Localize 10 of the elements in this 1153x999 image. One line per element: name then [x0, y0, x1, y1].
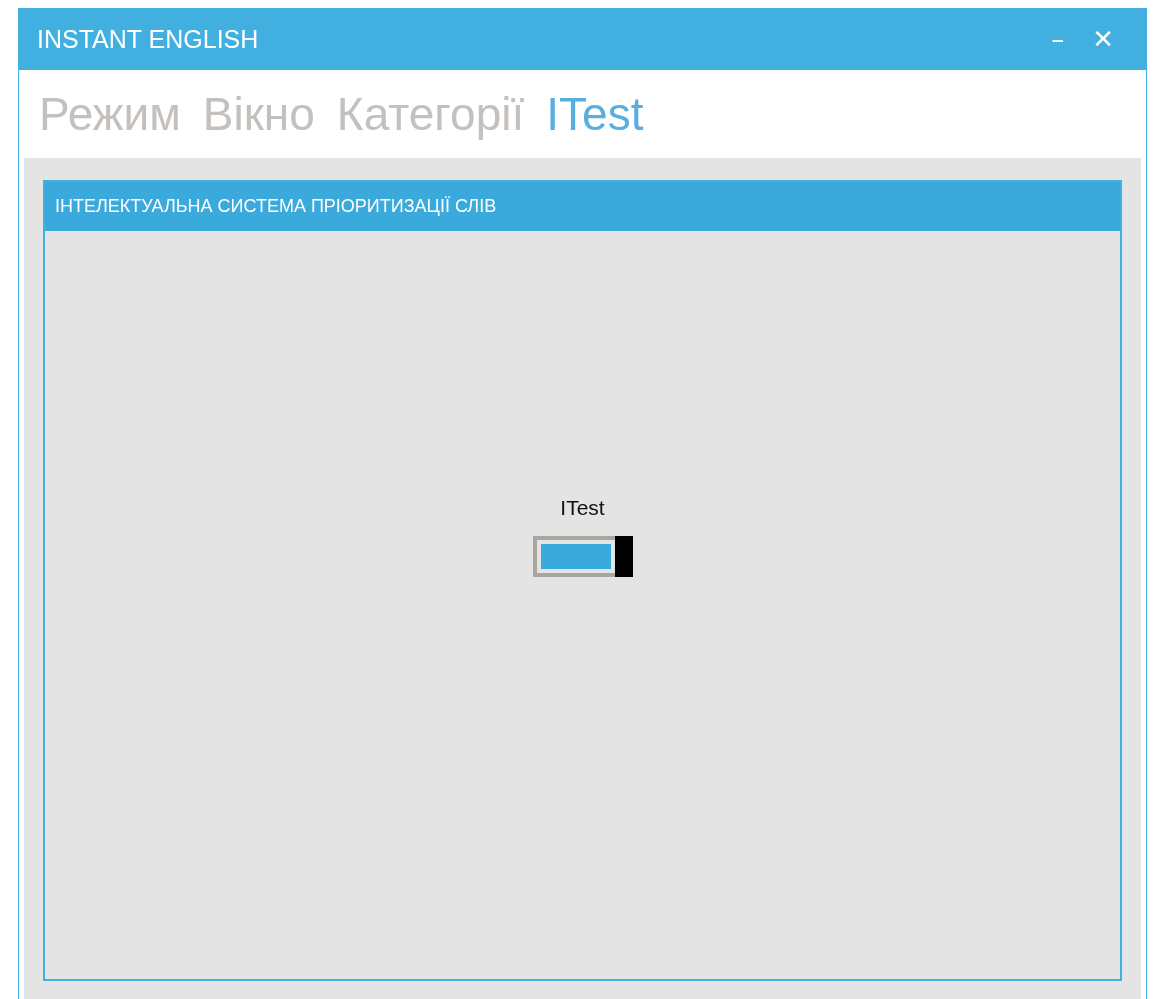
toggle-label: ITest	[560, 496, 605, 520]
menu-item[interactable]: Вікно	[202, 87, 315, 141]
window-title: INSTANT ENGLISH	[37, 24, 260, 54]
close-button[interactable]: ✕	[1078, 24, 1128, 54]
menu-item[interactable]: ITest	[546, 87, 644, 141]
menu-item[interactable]: Категорії	[336, 87, 525, 141]
panel-title: ІНТЕЛЕКТУАЛЬНА СИСТЕМА ПРІОРИТИЗАЦІЇ СЛІВ	[45, 182, 1120, 231]
menu-item[interactable]: Режим	[39, 87, 181, 141]
minimize-button[interactable]: –	[1037, 24, 1079, 54]
toggle-switch[interactable]	[532, 536, 633, 577]
